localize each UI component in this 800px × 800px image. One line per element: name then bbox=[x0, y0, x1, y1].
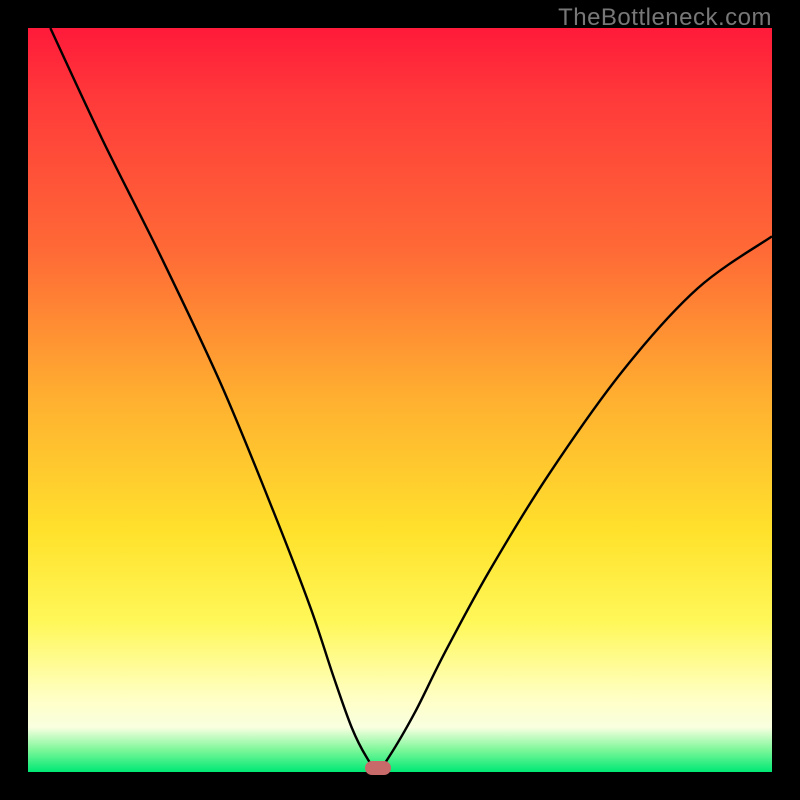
minimum-marker bbox=[365, 761, 391, 775]
plot-area bbox=[28, 28, 772, 772]
outer-frame: TheBottleneck.com bbox=[0, 0, 800, 800]
curve-layer bbox=[28, 28, 772, 772]
bottleneck-curve bbox=[50, 28, 772, 770]
